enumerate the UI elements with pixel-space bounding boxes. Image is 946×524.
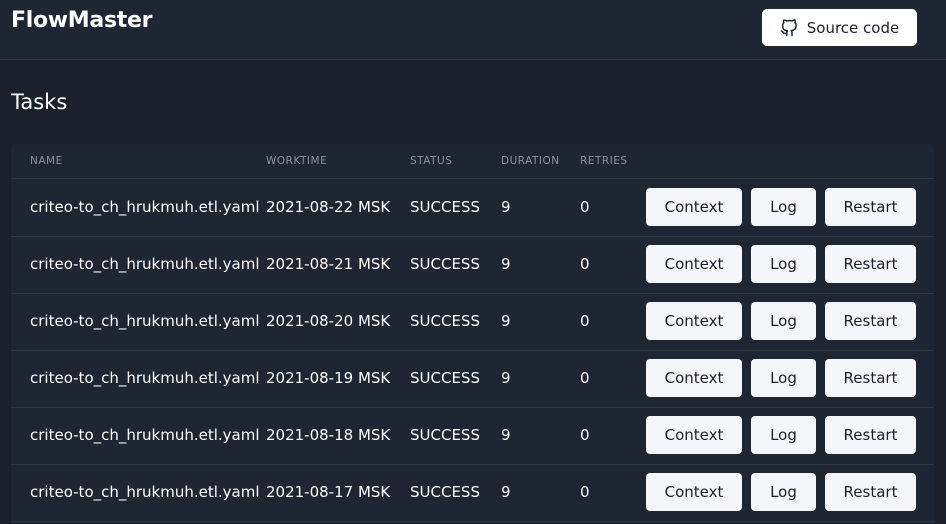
restart-button[interactable]: Restart xyxy=(825,359,916,397)
context-button[interactable]: Context xyxy=(646,473,742,511)
task-duration: 9 xyxy=(501,426,511,444)
task-retries: 0 xyxy=(580,312,590,330)
context-button[interactable]: Context xyxy=(646,416,742,454)
task-status: SUCCESS xyxy=(410,198,480,216)
context-button[interactable]: Context xyxy=(646,188,742,226)
table-row: criteo-to_ch_hrukmuh.etl.yaml 2021-08-19… xyxy=(11,350,934,408)
task-retries: 0 xyxy=(580,369,590,387)
column-header-name: NAME xyxy=(30,155,63,167)
source-code-label: Source code xyxy=(806,18,900,37)
context-button[interactable]: Context xyxy=(646,359,742,397)
source-code-button[interactable]: Source code xyxy=(762,9,917,46)
task-name: criteo-to_ch_hrukmuh.etl.yaml xyxy=(30,255,260,273)
task-worktime: 2021-08-18 MSK xyxy=(266,426,391,444)
table-row: criteo-to_ch_hrukmuh.etl.yaml 2021-08-22… xyxy=(11,179,934,237)
task-worktime: 2021-08-17 MSK xyxy=(266,483,391,501)
task-retries: 0 xyxy=(580,255,590,273)
task-status: SUCCESS xyxy=(410,426,480,444)
restart-button[interactable]: Restart xyxy=(825,416,916,454)
tasks-table: NAME WORKTIME STATUS DURATION RETRIES cr… xyxy=(11,144,934,524)
task-name: criteo-to_ch_hrukmuh.etl.yaml xyxy=(30,312,260,330)
app-title: FlowMaster xyxy=(11,8,153,33)
task-duration: 9 xyxy=(501,369,511,387)
table-row: criteo-to_ch_hrukmuh.etl.yaml 2021-08-17… xyxy=(11,464,934,522)
restart-button[interactable]: Restart xyxy=(825,473,916,511)
page-title: Tasks xyxy=(11,90,68,114)
table-row: criteo-to_ch_hrukmuh.etl.yaml 2021-08-20… xyxy=(11,293,934,351)
log-button[interactable]: Log xyxy=(751,245,816,283)
log-button[interactable]: Log xyxy=(751,416,816,454)
task-status: SUCCESS xyxy=(410,483,480,501)
task-worktime: 2021-08-20 MSK xyxy=(266,312,391,330)
task-retries: 0 xyxy=(580,198,590,216)
task-name: criteo-to_ch_hrukmuh.etl.yaml xyxy=(30,483,260,501)
task-duration: 9 xyxy=(501,312,511,330)
task-worktime: 2021-08-22 MSK xyxy=(266,198,391,216)
column-header-status: STATUS xyxy=(410,155,453,167)
column-header-worktime: WORKTIME xyxy=(266,155,328,167)
github-icon xyxy=(780,18,798,37)
task-duration: 9 xyxy=(501,198,511,216)
context-button[interactable]: Context xyxy=(646,302,742,340)
task-worktime: 2021-08-21 MSK xyxy=(266,255,391,273)
task-duration: 9 xyxy=(501,255,511,273)
task-retries: 0 xyxy=(580,483,590,501)
column-header-duration: DURATION xyxy=(501,155,560,167)
log-button[interactable]: Log xyxy=(751,188,816,226)
table-row: criteo-to_ch_hrukmuh.etl.yaml 2021-08-21… xyxy=(11,236,934,294)
restart-button[interactable]: Restart xyxy=(825,188,916,226)
table-row: criteo-to_ch_hrukmuh.etl.yaml 2021-08-18… xyxy=(11,407,934,465)
restart-button[interactable]: Restart xyxy=(825,302,916,340)
task-name: criteo-to_ch_hrukmuh.etl.yaml xyxy=(30,426,260,444)
restart-button[interactable]: Restart xyxy=(825,245,916,283)
log-button[interactable]: Log xyxy=(751,473,816,511)
task-retries: 0 xyxy=(580,426,590,444)
task-name: criteo-to_ch_hrukmuh.etl.yaml xyxy=(30,198,260,216)
context-button[interactable]: Context xyxy=(646,245,742,283)
table-header: NAME WORKTIME STATUS DURATION RETRIES xyxy=(11,144,934,179)
task-status: SUCCESS xyxy=(410,312,480,330)
column-header-retries: RETRIES xyxy=(580,155,628,167)
task-worktime: 2021-08-19 MSK xyxy=(266,369,391,387)
task-status: SUCCESS xyxy=(410,369,480,387)
task-status: SUCCESS xyxy=(410,255,480,273)
log-button[interactable]: Log xyxy=(751,359,816,397)
log-button[interactable]: Log xyxy=(751,302,816,340)
app-header: FlowMaster Source code xyxy=(0,0,946,60)
task-duration: 9 xyxy=(501,483,511,501)
task-name: criteo-to_ch_hrukmuh.etl.yaml xyxy=(30,369,260,387)
